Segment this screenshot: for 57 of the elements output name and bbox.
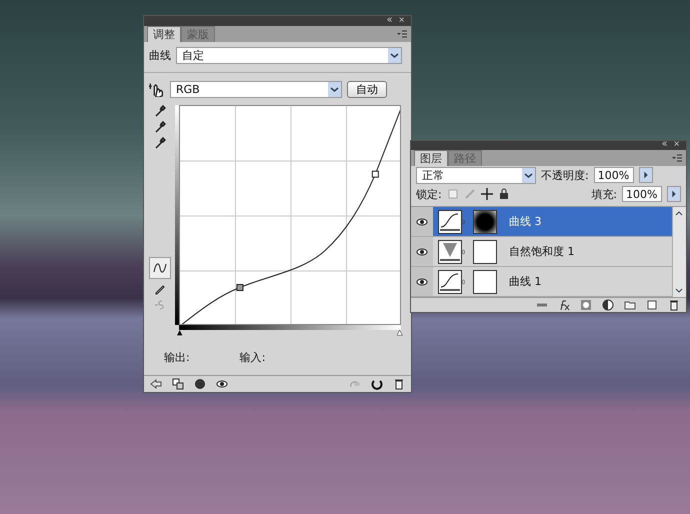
folder-icon[interactable] <box>624 299 636 312</box>
layer-name: 曲线 1 <box>509 274 542 290</box>
trash-icon[interactable] <box>668 299 680 312</box>
lock-icon[interactable] <box>498 188 510 200</box>
clip-layer-icon[interactable] <box>172 378 184 390</box>
dropdown-caret-icon[interactable] <box>328 82 341 96</box>
layer-row[interactable]: 曲线 3 <box>411 207 672 238</box>
eyedropper-icon[interactable] <box>154 121 166 133</box>
opacity-label: 不透明度: <box>541 168 589 183</box>
eye-icon[interactable] <box>216 378 228 390</box>
input-slider-icon[interactable] <box>177 330 185 338</box>
pencil-icon[interactable] <box>154 283 166 295</box>
opacity-field[interactable]: 100% <box>594 167 634 184</box>
adjustment-type-label: 曲线 <box>149 48 171 62</box>
lock-label: 锁定: <box>416 186 442 202</box>
layer-name: 自然饱和度 1 <box>509 244 574 260</box>
panel-tab[interactable]: 调整 <box>147 26 181 42</box>
eyedropper-icon[interactable] <box>154 137 166 149</box>
curve-tool-button[interactable] <box>149 257 171 279</box>
layer-row[interactable]: 自然饱和度 1 <box>411 237 672 268</box>
visibility-circle-icon[interactable] <box>194 378 206 390</box>
scrollbar[interactable] <box>672 207 686 298</box>
preset-dropdown[interactable]: 自定 <box>176 46 402 64</box>
panel-menu-icon[interactable] <box>672 154 682 162</box>
curves-adjustment-icon <box>438 270 462 294</box>
eye-icon[interactable] <box>416 276 428 288</box>
panel-menu-icon[interactable] <box>397 30 407 38</box>
back-arrow-icon[interactable] <box>150 378 162 390</box>
reset-icon[interactable] <box>371 378 383 390</box>
output-label: 输出: <box>164 350 190 366</box>
curve-point[interactable] <box>236 284 244 291</box>
hand-pointer-icon[interactable] <box>149 81 165 97</box>
auto-button[interactable]: 自动 <box>347 80 387 98</box>
curves-adjustment-icon <box>438 210 462 234</box>
curve-point[interactable] <box>372 170 379 178</box>
input-label: 输入: <box>240 350 266 366</box>
mask-icon[interactable] <box>580 299 592 312</box>
eye-icon[interactable] <box>416 216 428 228</box>
new-layer-icon[interactable] <box>646 299 658 312</box>
panel-tab[interactable]: 图层 <box>414 150 448 166</box>
eye-icon[interactable] <box>416 246 428 258</box>
trash-icon[interactable] <box>393 378 405 390</box>
fill-label: 填充: <box>591 186 617 202</box>
dropdown-caret-icon[interactable] <box>522 168 535 183</box>
blend-mode-dropdown[interactable]: 正常 <box>416 166 536 184</box>
channel-dropdown[interactable]: RGB <box>170 80 342 98</box>
vibrance-adjustment-icon <box>438 240 462 264</box>
move-icon[interactable] <box>480 188 493 200</box>
curve-icon <box>153 262 167 274</box>
layer-name: 曲线 3 <box>509 214 542 230</box>
dropdown-caret-icon[interactable] <box>388 48 401 62</box>
layer-row[interactable]: 曲线 1 <box>411 267 672 298</box>
eyedropper-icon[interactable] <box>154 105 166 117</box>
fill-field[interactable]: 100% <box>622 186 662 202</box>
adjustment-circle-icon[interactable] <box>602 299 614 312</box>
fx-icon[interactable] <box>558 299 570 312</box>
input-slider-icon[interactable] <box>397 330 405 338</box>
